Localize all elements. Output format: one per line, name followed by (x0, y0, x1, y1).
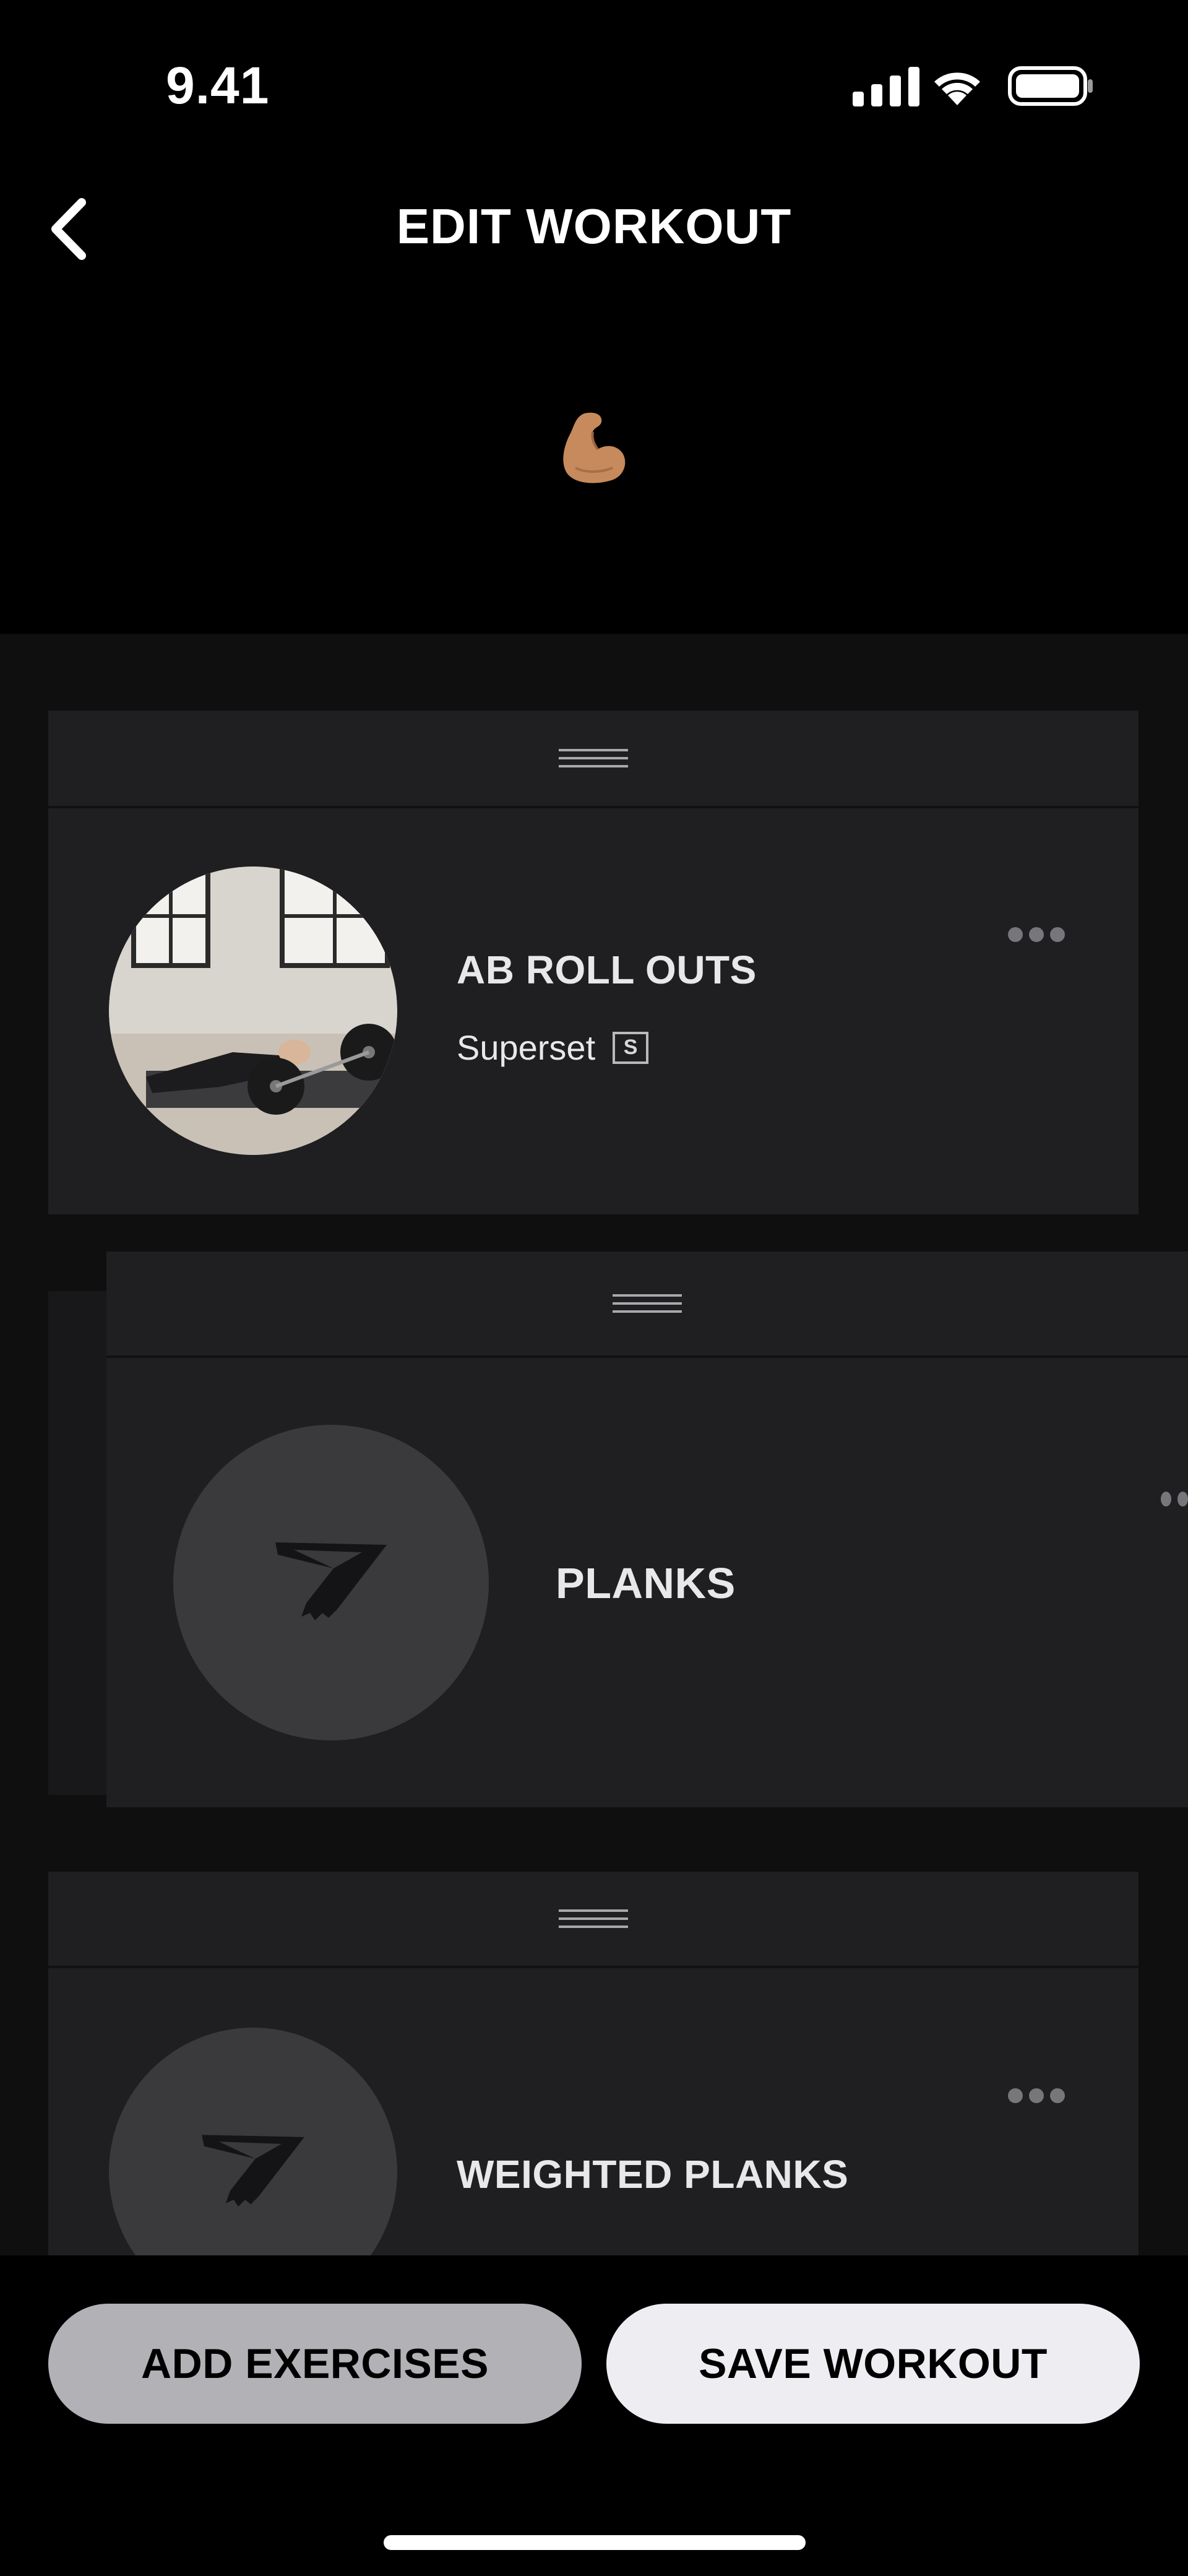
more-dot-icon (1050, 2088, 1065, 2103)
page-title: EDIT WORKOUT (396, 199, 792, 254)
more-dot-icon (1050, 927, 1065, 942)
status-icons (853, 66, 1093, 106)
brand-logo-icon (202, 2135, 304, 2207)
drag-handle-icon (559, 749, 628, 767)
status-time: 9.41 (166, 56, 270, 115)
drag-handle-icon (613, 1294, 682, 1313)
superset-badge: S (613, 1031, 649, 1064)
drag-handle[interactable] (48, 1872, 1138, 1969)
wifi-icon (934, 72, 980, 105)
more-dot-icon (1029, 2088, 1044, 2103)
add-exercises-button[interactable]: ADD EXERCISES (48, 2304, 582, 2424)
drag-handle[interactable] (48, 711, 1138, 809)
exercise-name: AB ROLL OUTS (457, 948, 757, 992)
exercise-thumbnail (109, 867, 397, 1155)
drag-handle-icon (559, 1909, 628, 1928)
drag-handle[interactable] (106, 1251, 1188, 1359)
more-dot-icon (1029, 927, 1044, 942)
more-options-button[interactable] (1002, 2077, 1070, 2114)
more-options-button[interactable] (1002, 916, 1070, 953)
exercise-tag: Superset S (457, 1027, 649, 1068)
exercise-name: WEIGHTED PLANKS (457, 2152, 849, 2197)
save-workout-button[interactable]: SAVE WORKOUT (606, 2304, 1140, 2424)
more-dot-icon (1008, 2088, 1023, 2103)
cellular-signal-icon (853, 67, 919, 106)
more-dot-icon (1177, 1492, 1188, 1506)
exercise-name: PLANKS (556, 1559, 736, 1607)
more-options-button[interactable] (1161, 1480, 1188, 1518)
flexed-biceps-icon (563, 412, 626, 483)
more-dot-icon (1008, 927, 1023, 942)
battery-icon (1008, 66, 1093, 106)
superset-label: Superset (457, 1028, 596, 1067)
home-indicator[interactable] (384, 2535, 806, 2550)
brand-logo-icon (275, 1542, 387, 1620)
drag-shadow (48, 1291, 110, 1795)
more-dot-icon (1161, 1492, 1171, 1506)
exercise-thumbnail-placeholder (173, 1425, 489, 1740)
